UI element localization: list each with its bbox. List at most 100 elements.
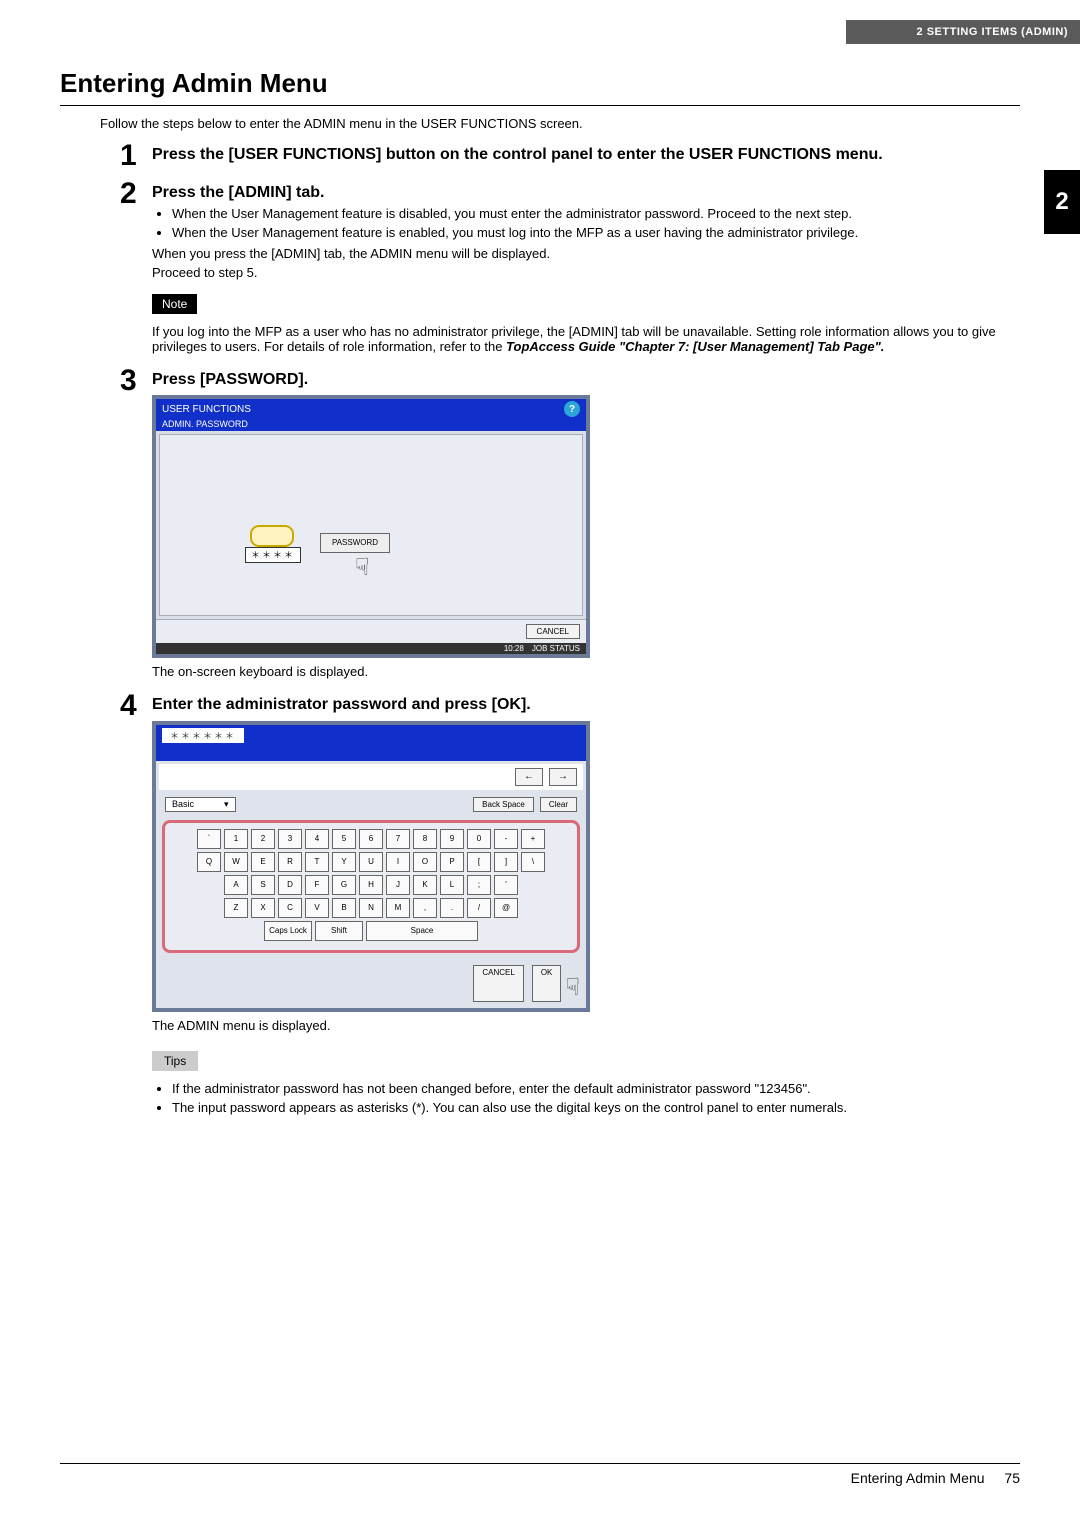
dropdown-label: Basic [172,799,194,809]
keyboard-key[interactable]: Q [197,852,221,872]
keyboard-key[interactable]: G [332,875,356,895]
note-badge: Note [152,294,197,314]
pointer-hand-icon: ☟ [355,553,370,582]
keyboard-key[interactable]: P [440,852,464,872]
keyboard-key[interactable]: H [359,875,383,895]
ok-button[interactable]: OK [532,965,562,1002]
key-icon [250,525,294,547]
breadcrumb: ADMIN. PASSWORD [156,419,586,431]
chapter-tab: 2 [1044,170,1080,234]
keyboard-key[interactable]: Y [332,852,356,872]
password-display: ＊＊＊＊ [245,547,301,563]
shift-key[interactable]: Shift [315,921,363,941]
note-reference: TopAccess Guide "Chapter 7: [User Manage… [506,339,884,354]
chevron-down-icon: ▾ [224,799,229,810]
keyboard-key[interactable]: \ [521,852,545,872]
keyboard-key[interactable]: A [224,875,248,895]
keyboard-key[interactable]: R [278,852,302,872]
keyboard-key[interactable]: + [521,829,545,849]
page-number: 75 [1004,1470,1020,1486]
plain-text: When you press the [ADMIN] tab, the ADMI… [152,246,1010,261]
clock: 10:28 [504,644,524,653]
keyboard-key[interactable]: Z [224,898,248,918]
keyboard-key[interactable]: 2 [251,829,275,849]
keyboard-key[interactable]: M [386,898,410,918]
clear-button[interactable]: Clear [540,797,577,812]
keyboard-key[interactable]: K [413,875,437,895]
keyboard-key[interactable]: ; [467,875,491,895]
step-4: 4 Enter the administrator password and p… [120,691,1010,1120]
help-icon[interactable]: ? [564,401,580,417]
keyboard-key[interactable]: . [440,898,464,918]
keyboard-key[interactable]: I [386,852,410,872]
keyboard-key[interactable]: ' [494,875,518,895]
cursor-right-button[interactable]: → [549,768,577,786]
cancel-button[interactable]: CANCEL [526,624,580,639]
keyboard-key[interactable]: N [359,898,383,918]
header-section-label: 2 SETTING ITEMS (ADMIN) [846,20,1080,44]
keyboard-key[interactable]: U [359,852,383,872]
keyboard-key[interactable]: E [251,852,275,872]
step-title: Press [PASSWORD]. [152,370,1010,389]
keyboard-key[interactable]: - [494,829,518,849]
screenshot-password: USER FUNCTIONS ? ADMIN. PASSWORD ＊＊＊＊ PA… [152,395,590,658]
cursor-left-button[interactable]: ← [515,768,543,786]
keyboard-key[interactable]: X [251,898,275,918]
note-text: If you log into the MFP as a user who ha… [152,324,1010,354]
keyboard-key[interactable]: 5 [332,829,356,849]
keyboard-key[interactable]: B [332,898,356,918]
keyboard-key[interactable]: J [386,875,410,895]
keyboard-key[interactable]: / [467,898,491,918]
keyboard-key[interactable]: F [305,875,329,895]
keyboard-key[interactable]: 9 [440,829,464,849]
screenshot-keyboard: ＊＊＊＊＊＊ ← → Basic ▾ Back Spa [152,721,590,1012]
keyboard-key[interactable]: C [278,898,302,918]
keyboard-key[interactable]: T [305,852,329,872]
pointer-hand-icon: ☟ [565,973,580,1002]
capslock-key[interactable]: Caps Lock [264,921,312,941]
layout-dropdown[interactable]: Basic ▾ [165,797,236,812]
tip-item: The input password appears as asterisks … [172,1100,1010,1115]
keyboard-key[interactable]: O [413,852,437,872]
bullet: When the User Management feature is enab… [172,225,1010,240]
plain-text: Proceed to step 5. [152,265,1010,280]
step-title: Enter the administrator password and pre… [152,695,1010,714]
keyboard-key[interactable]: 1 [224,829,248,849]
keyboard-key[interactable]: 3 [278,829,302,849]
page-title: Entering Admin Menu [60,68,1020,106]
step-number: 3 [120,366,152,683]
step-3: 3 Press [PASSWORD]. USER FUNCTIONS ? ADM… [120,366,1010,683]
step-number: 2 [120,179,152,358]
keyboard-key[interactable]: 6 [359,829,383,849]
keyboard-key[interactable]: D [278,875,302,895]
onscreen-keyboard: `1234567890-+ QWERTYUIOP[]\ ASDFGHJKL;' … [162,820,580,953]
keyboard-key[interactable]: 4 [305,829,329,849]
keyboard-key[interactable]: L [440,875,464,895]
space-key[interactable]: Space [366,921,478,941]
job-status-button[interactable]: JOB STATUS [532,644,580,653]
keyboard-key[interactable]: S [251,875,275,895]
keyboard-key[interactable]: @ [494,898,518,918]
step-after-text: The ADMIN menu is displayed. [152,1018,1010,1033]
tip-item: If the administrator password has not be… [172,1081,1010,1096]
intro-text: Follow the steps below to enter the ADMI… [100,116,1020,131]
step-number: 4 [120,691,152,1120]
keyboard-key[interactable]: , [413,898,437,918]
keyboard-key[interactable]: 7 [386,829,410,849]
password-button[interactable]: PASSWORD [320,533,390,553]
step-title: Press the [ADMIN] tab. [152,183,1010,202]
keyboard-key[interactable]: 8 [413,829,437,849]
footer-title: Entering Admin Menu [851,1470,985,1486]
keyboard-key[interactable]: ] [494,852,518,872]
keyboard-key[interactable]: ` [197,829,221,849]
password-input[interactable]: ＊＊＊＊＊＊ [162,728,244,743]
keyboard-key[interactable]: W [224,852,248,872]
keyboard-key[interactable]: [ [467,852,491,872]
keyboard-key[interactable]: V [305,898,329,918]
tips-badge: Tips [152,1051,198,1071]
keyboard-key[interactable]: 0 [467,829,491,849]
backspace-button[interactable]: Back Space [473,797,534,812]
cancel-button[interactable]: CANCEL [473,965,523,1002]
step-2: 2 Press the [ADMIN] tab. When the User M… [120,179,1010,358]
step-title: Press the [USER FUNCTIONS] button on the… [152,145,1010,164]
